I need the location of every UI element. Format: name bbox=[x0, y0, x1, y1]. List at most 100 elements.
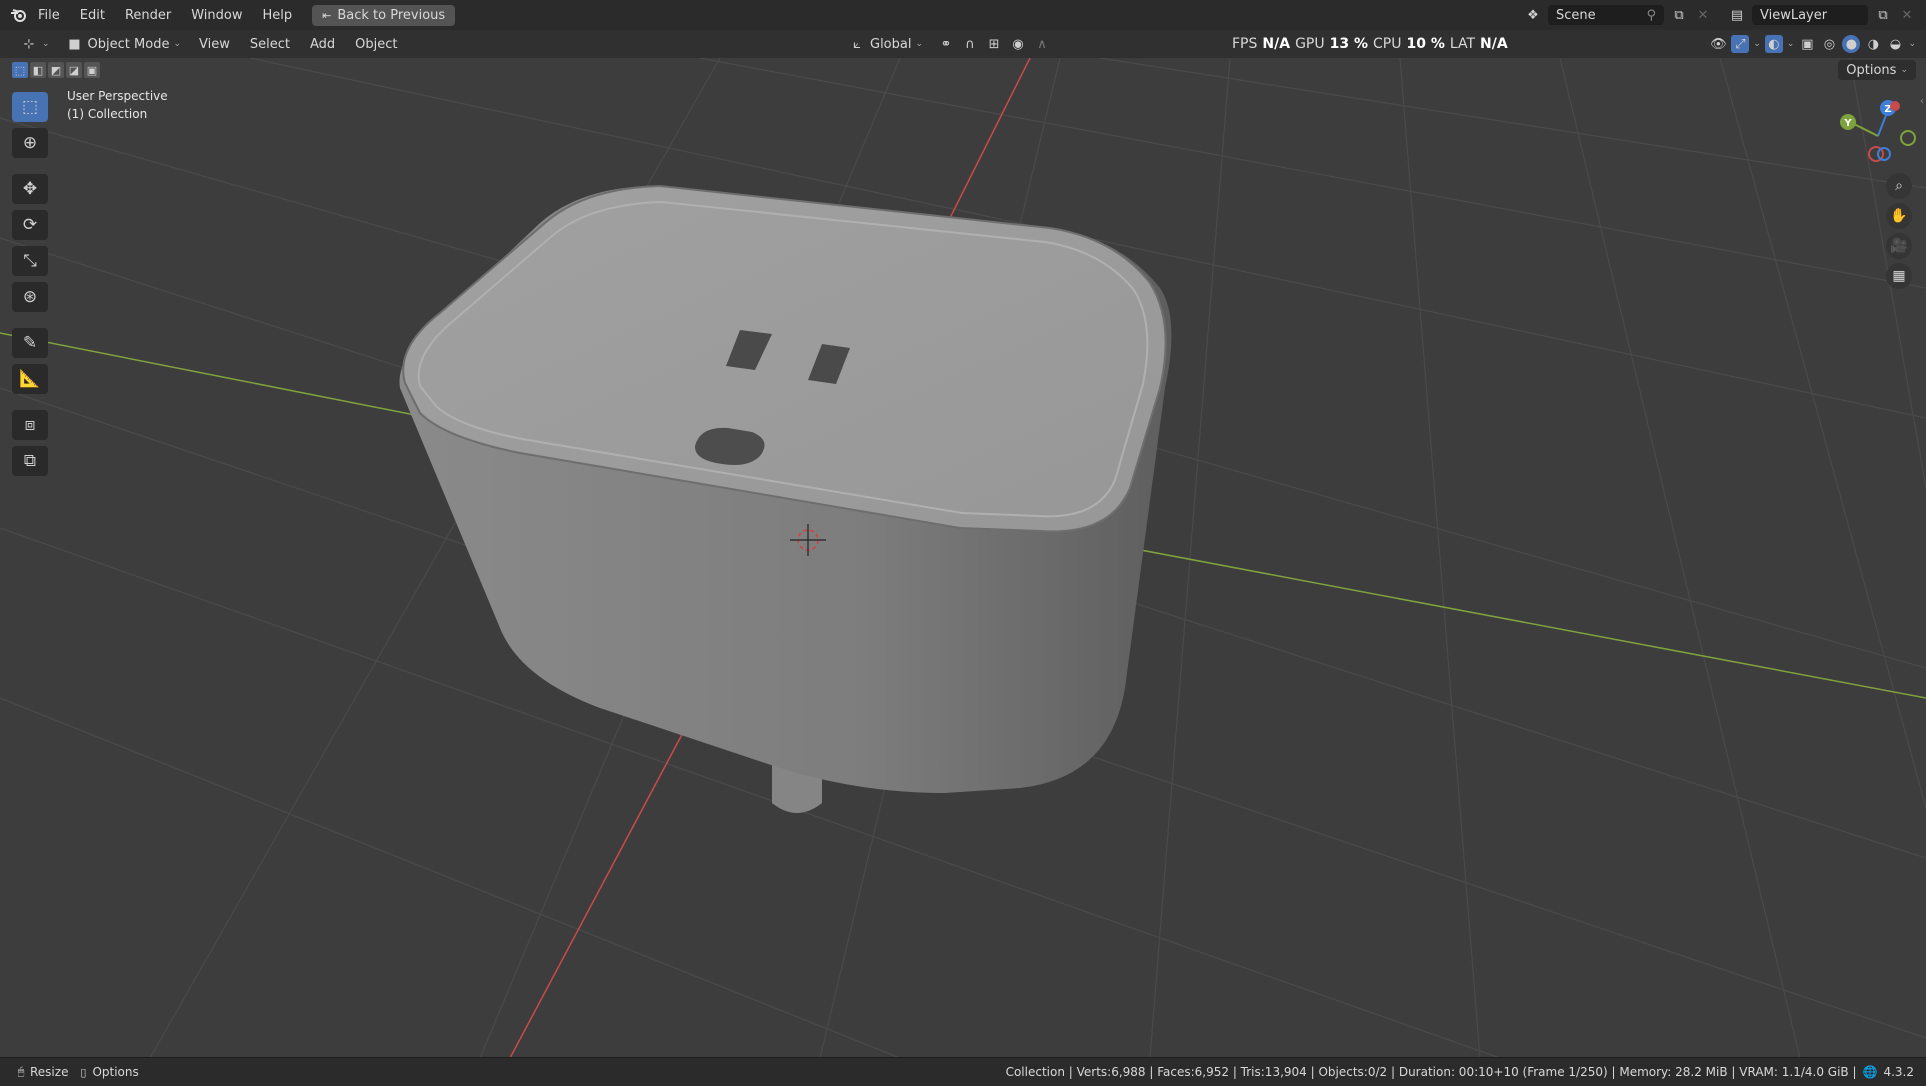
scene-name: Scene bbox=[1556, 7, 1596, 23]
chevron-down-icon: ⌄ bbox=[915, 39, 924, 49]
scene-statistics: Collection | Verts:6,988 | Faces:6,952 |… bbox=[1006, 1058, 1914, 1086]
mode-dropdown[interactable]: ■ Object Mode ⌄ bbox=[58, 35, 189, 53]
select-intersect-icon[interactable]: ▣ bbox=[84, 62, 100, 78]
navigation-gizmo[interactable]: Z Y bbox=[1828, 96, 1918, 176]
transform-tool[interactable]: ⊛ bbox=[12, 282, 48, 312]
editor-type-dropdown[interactable]: ⊹ ⌄ bbox=[12, 35, 58, 53]
orientation-label: Global bbox=[870, 36, 912, 52]
pin-icon[interactable]: ⚲ bbox=[1646, 8, 1656, 23]
falloff-icon[interactable]: ∧ bbox=[1033, 35, 1051, 53]
view-perspective-label: User Perspective bbox=[67, 89, 168, 103]
move-tool[interactable]: ✥ bbox=[12, 174, 48, 204]
mode-label: Object Mode bbox=[87, 36, 170, 52]
overlays-toggle-icon[interactable]: ◐ bbox=[1764, 35, 1783, 53]
cursor-tool[interactable]: ⊕ bbox=[12, 128, 48, 158]
rotate-icon: ⟳ bbox=[22, 215, 38, 235]
add-cube-icon: ⧈ bbox=[24, 415, 36, 435]
sidebar-toggle-icon[interactable]: ‹ bbox=[1920, 96, 1924, 107]
chevron-down-icon[interactable]: ⌄ bbox=[1753, 39, 1761, 49]
menu-window[interactable]: Window bbox=[181, 0, 252, 30]
view-layer-icon[interactable]: ▤ bbox=[1728, 6, 1746, 24]
scene-icon[interactable]: ❖ bbox=[1524, 6, 1542, 24]
xray-toggle-icon[interactable]: ▣ bbox=[1798, 35, 1816, 53]
object-mode-icon: ■ bbox=[68, 36, 81, 52]
view-layer-selector[interactable]: ViewLayer bbox=[1752, 5, 1868, 25]
gpu-label: GPU bbox=[1295, 36, 1325, 52]
shading-controls: 👁 ⤢ ⌄ ◐ ⌄ ▣ ◎ ● ◑ ◒ ⌄ bbox=[1709, 30, 1916, 58]
view-collection-label: (1) Collection bbox=[67, 107, 148, 121]
mouse-right-icon: ▯ bbox=[80, 1065, 87, 1079]
menu-file[interactable]: File bbox=[28, 0, 70, 30]
add-cube-tool[interactable]: ⧈ bbox=[12, 410, 48, 440]
chevron-down-icon: ⌄ bbox=[42, 39, 50, 49]
back-to-previous-button[interactable]: ⇤ Back to Previous bbox=[312, 4, 456, 26]
scene-stats-text: Collection | Verts:6,988 | Faces:6,952 |… bbox=[1005, 1065, 1857, 1079]
gizmo-y-label: Y bbox=[1843, 118, 1852, 129]
scale-icon: ⤡ bbox=[23, 251, 37, 271]
cpu-value: 10 % bbox=[1406, 36, 1445, 52]
snap-icon[interactable]: ∩ bbox=[961, 35, 979, 53]
gizmo-toggle-icon[interactable]: ⤢ bbox=[1731, 35, 1750, 53]
performance-stats: FPS N/A GPU 13 % CPU 10 % LAT N/A bbox=[1232, 30, 1508, 58]
menu-render[interactable]: Render bbox=[115, 0, 181, 30]
y-axis-line-right bbox=[1129, 547, 1926, 699]
scene-selector[interactable]: Scene ⚲ bbox=[1548, 5, 1664, 25]
menu-help[interactable]: Help bbox=[253, 0, 303, 30]
status-resize-label: Resize bbox=[30, 1065, 69, 1079]
new-scene-icon[interactable]: ⧉ bbox=[1670, 6, 1688, 24]
scale-tool[interactable]: ⤡ bbox=[12, 246, 48, 276]
extrude-tool[interactable]: ⧉ bbox=[12, 446, 48, 476]
chevron-down-icon[interactable]: ⌄ bbox=[1787, 39, 1795, 49]
zoom-icon[interactable]: ⌕ bbox=[1886, 173, 1912, 199]
proportional-edit-icon[interactable]: ◉ bbox=[1009, 35, 1027, 53]
cpu-label: CPU bbox=[1373, 36, 1402, 52]
measure-tool[interactable]: 📐 bbox=[12, 364, 48, 394]
options-dropdown[interactable]: Options ⌄ bbox=[1838, 60, 1916, 80]
viewport-scene bbox=[0, 58, 1926, 1058]
transform-orientation-dropdown[interactable]: ⟀ Global ⌄ bbox=[840, 35, 931, 53]
delete-view-layer-icon[interactable]: ✕ bbox=[1898, 6, 1916, 24]
solid-shading-icon[interactable]: ● bbox=[1842, 35, 1861, 53]
back-icon: ⇤ bbox=[322, 8, 332, 22]
select-box-tool[interactable]: ⬚ bbox=[12, 92, 48, 122]
select-extend-icon[interactable]: ◧ bbox=[30, 62, 46, 78]
rotate-tool[interactable]: ⟳ bbox=[12, 210, 48, 240]
status-options-label: Options bbox=[92, 1065, 139, 1079]
new-view-layer-icon[interactable]: ⧉ bbox=[1874, 6, 1892, 24]
annotate-icon: ✎ bbox=[22, 333, 38, 353]
select-new-icon[interactable]: ⬚ bbox=[12, 62, 28, 78]
delete-scene-icon[interactable]: ✕ bbox=[1694, 6, 1712, 24]
annotate-tool[interactable]: ✎ bbox=[12, 328, 48, 358]
menu-edit[interactable]: Edit bbox=[70, 0, 115, 30]
3d-viewport[interactable]: ⬚ ◧ ◩ ◪ ▣ ⬚ ⊕ ✥ ⟳ ⤡ ⊛ ✎ 📐 ⧈ ⧉ User Persp… bbox=[0, 58, 1926, 1058]
camera-view-icon[interactable]: 🎥 bbox=[1886, 233, 1912, 259]
menu-add[interactable]: Add bbox=[300, 30, 345, 58]
menu-select[interactable]: Select bbox=[240, 30, 300, 58]
menu-object[interactable]: Object bbox=[345, 30, 407, 58]
wireframe-shading-icon[interactable]: ◎ bbox=[1820, 35, 1838, 53]
viewport-header: ⊹ ⌄ ■ Object Mode ⌄ View Select Add Objec… bbox=[0, 30, 1926, 58]
view-layer-name: ViewLayer bbox=[1760, 7, 1828, 23]
chevron-down-icon[interactable]: ⌄ bbox=[1908, 39, 1916, 49]
pan-hand-icon[interactable]: ✋ bbox=[1886, 203, 1912, 229]
version-label: 4.3.2 bbox=[1883, 1065, 1914, 1079]
extrude-icon: ⧉ bbox=[23, 451, 37, 471]
fps-label: FPS bbox=[1232, 36, 1258, 52]
visibility-icon[interactable]: 👁 bbox=[1709, 35, 1727, 53]
material-shading-icon[interactable]: ◑ bbox=[1864, 35, 1882, 53]
snap-target-icon[interactable]: ⊞ bbox=[985, 35, 1003, 53]
options-label: Options bbox=[1846, 62, 1897, 78]
gizmo-neg-y[interactable] bbox=[1900, 130, 1916, 146]
cursor-icon: ⊕ bbox=[22, 133, 38, 153]
select-invert-icon[interactable]: ◪ bbox=[66, 62, 82, 78]
rendered-shading-icon[interactable]: ◒ bbox=[1886, 35, 1904, 53]
blender-logo-icon[interactable] bbox=[10, 6, 28, 24]
select-subtract-icon[interactable]: ◩ bbox=[48, 62, 64, 78]
pivot-point-icon[interactable]: ⚭ bbox=[937, 35, 955, 53]
chevron-down-icon: ⌄ bbox=[1900, 65, 1908, 75]
menu-view[interactable]: View bbox=[189, 30, 240, 58]
orientation-icon: ⟀ bbox=[853, 36, 861, 52]
transform-icon: ⊛ bbox=[22, 287, 38, 307]
network-icon: 🌐 bbox=[1862, 1065, 1878, 1079]
ortho-grid-icon[interactable]: ▦ bbox=[1886, 263, 1912, 289]
